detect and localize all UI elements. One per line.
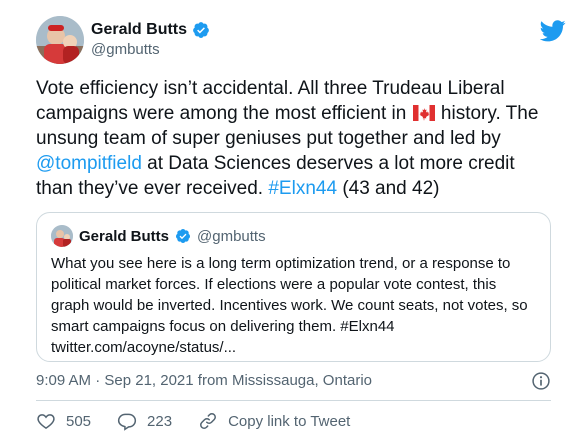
quoted-tweet-header: Gerald Butts @gmbutts bbox=[51, 225, 266, 247]
heart-icon bbox=[37, 414, 55, 429]
hashtag-link[interactable]: #Elxn44 bbox=[268, 178, 337, 199]
link-icon bbox=[200, 413, 217, 429]
reply-count: 223 bbox=[147, 412, 173, 430]
quoted-avatar bbox=[51, 225, 73, 247]
timestamp[interactable]: 9:09 AM · Sep 21, 2021 from Mississauga,… bbox=[36, 372, 372, 389]
author-handle[interactable]: @gmbutts bbox=[91, 40, 210, 60]
tweet-meta: 9:09 AM · Sep 21, 2021 from Mississauga,… bbox=[36, 372, 551, 392]
verified-badge-icon bbox=[176, 229, 191, 243]
tweet-card: Gerald Butts @gmbutts Vote efficiency is… bbox=[0, 0, 583, 436]
twitter-bird-icon[interactable] bbox=[540, 20, 566, 42]
author-block: Gerald Butts @gmbutts bbox=[91, 20, 210, 60]
quoted-tweet[interactable]: Gerald Butts @gmbutts What you see here … bbox=[36, 212, 551, 362]
mention-link[interactable]: @tompitfield bbox=[36, 153, 142, 174]
info-icon[interactable] bbox=[531, 371, 551, 391]
action-bar: 505 223 Copy link to Tweet bbox=[36, 410, 376, 432]
quoted-author-handle: @gmbutts bbox=[197, 227, 266, 245]
tweet-header: Gerald Butts @gmbutts bbox=[36, 14, 566, 64]
canada-flag-icon bbox=[412, 105, 435, 121]
quoted-tweet-text: What you see here is a long term optimiz… bbox=[51, 255, 528, 356]
avatar[interactable] bbox=[36, 16, 84, 64]
verified-badge-icon bbox=[193, 22, 209, 38]
reply-button[interactable]: 223 bbox=[117, 411, 172, 431]
reply-icon bbox=[117, 413, 137, 431]
copy-link-label: Copy link to Tweet bbox=[228, 412, 351, 430]
like-button[interactable]: 505 bbox=[36, 411, 91, 431]
copy-link-button[interactable]: Copy link to Tweet bbox=[198, 411, 350, 431]
tweet-body: Vote efficiency isn’t accidental. All th… bbox=[36, 76, 546, 201]
like-count: 505 bbox=[66, 412, 92, 430]
tweet-text-4: (43 and 42) bbox=[342, 178, 440, 199]
author-name[interactable]: Gerald Butts bbox=[91, 20, 187, 40]
divider bbox=[36, 400, 551, 401]
quoted-author-name: Gerald Butts bbox=[79, 227, 170, 245]
